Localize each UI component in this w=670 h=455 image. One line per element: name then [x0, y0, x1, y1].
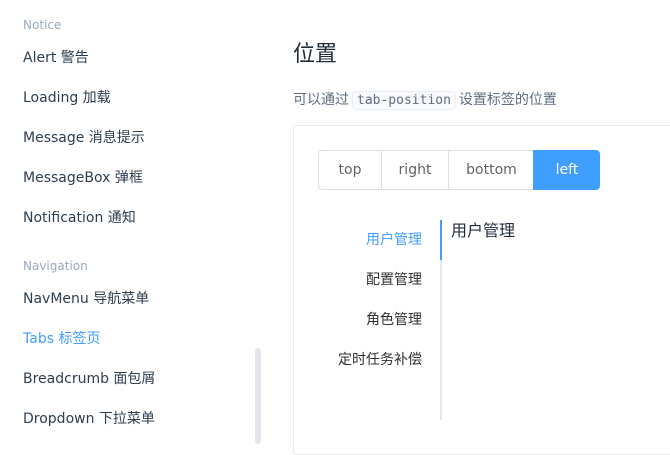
radio-button-top[interactable]: top — [318, 150, 382, 190]
sidebar-item-alert[interactable]: Alert 警告 — [23, 48, 89, 68]
sidebar-item-notification[interactable]: Notification 通知 — [23, 208, 136, 228]
radio-button-bottom[interactable]: bottom — [448, 150, 535, 190]
radio-button-right[interactable]: right — [381, 150, 449, 190]
section-description: 可以通过 tab-position 设置标签的位置 — [293, 89, 557, 112]
radio-button-left[interactable]: left — [534, 150, 600, 190]
sidebar-item-navmenu[interactable]: NavMenu 导航菜单 — [23, 289, 149, 309]
code-tab-position: tab-position — [352, 91, 456, 110]
group-title-navigation: Navigation — [23, 259, 88, 273]
sidebar-nav: Notice Alert 警告 Loading 加载 Message 消息提示 … — [0, 0, 262, 444]
sidebar-item-tabs[interactable]: Tabs 标签页 — [23, 329, 100, 349]
tab-user-management[interactable]: 用户管理 — [366, 220, 422, 260]
tab-scheduled-task-compensation[interactable]: 定时任务补偿 — [338, 340, 422, 380]
tab-pane-content: 用户管理 — [451, 221, 516, 240]
tab-config-management[interactable]: 配置管理 — [366, 260, 422, 300]
group-title-notice: Notice — [23, 18, 62, 32]
description-prefix: 可以通过 — [293, 92, 349, 108]
tab-role-management[interactable]: 角色管理 — [366, 300, 422, 340]
sidebar-item-message[interactable]: Message 消息提示 — [23, 128, 145, 148]
sidebar-item-breadcrumb[interactable]: Breadcrumb 面包屑 — [23, 369, 155, 389]
tab-position-radio-group: top right bottom left — [318, 150, 600, 190]
description-suffix: 设置标签的位置 — [458, 92, 557, 108]
page-title: 位置 — [293, 42, 338, 67]
tabs-nav-left: 用户管理 配置管理 角色管理 定时任务补偿 — [318, 220, 442, 420]
sidebar-item-messagebox[interactable]: MessageBox 弹框 — [23, 168, 143, 188]
tabs-active-bar — [440, 220, 442, 260]
sidebar-item-loading[interactable]: Loading 加载 — [23, 88, 111, 108]
sidebar-item-dropdown[interactable]: Dropdown 下拉菜单 — [23, 409, 155, 429]
sidebar-scrollbar[interactable] — [255, 348, 261, 444]
